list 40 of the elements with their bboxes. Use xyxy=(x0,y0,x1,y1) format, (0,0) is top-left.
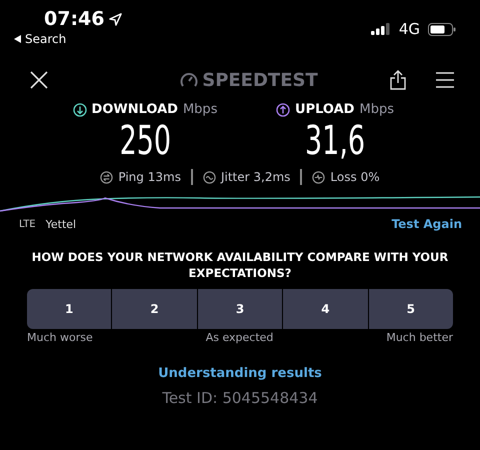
loss-icon xyxy=(312,170,326,184)
scale-label: Much worse xyxy=(27,331,93,344)
rating-option[interactable]: 4 xyxy=(283,289,368,329)
speed-value: 250 xyxy=(119,117,171,165)
stat-text: Ping 13ms xyxy=(118,170,181,184)
menu-icon[interactable] xyxy=(436,72,454,88)
rating-option[interactable]: 2 xyxy=(112,289,197,329)
connection-type: LTE xyxy=(19,218,36,230)
understanding-results-link[interactable]: Understanding results xyxy=(158,366,322,381)
download-icon xyxy=(72,102,87,116)
result-label: DOWNLOAD xyxy=(92,102,178,117)
rating-option[interactable]: 3 xyxy=(198,289,282,329)
network-type: 4G xyxy=(398,20,420,38)
location-arrow-icon xyxy=(109,12,122,26)
rating-option[interactable]: 5 xyxy=(368,289,453,329)
gauge-icon xyxy=(180,72,198,88)
logo: SPEEDTEST xyxy=(202,70,318,90)
scale-label: As expected xyxy=(206,331,274,344)
share-icon[interactable] xyxy=(390,70,406,90)
result-label: UPLOAD xyxy=(295,102,354,117)
survey-question: HOW DOES YOUR NETWORK AVAILABILITY COMPARE WITH YOUR EXPECTATIONS? xyxy=(30,249,450,281)
stat-text: Loss 0% xyxy=(330,170,380,184)
battery-icon xyxy=(428,22,456,36)
speed-value: 31,6 xyxy=(304,117,366,165)
signal-icon xyxy=(370,23,391,35)
provider-name: Yettel xyxy=(46,218,76,230)
back-link[interactable]: Search xyxy=(25,32,66,46)
test-id: Test ID: 5045548434 xyxy=(162,389,318,407)
jitter-icon xyxy=(202,170,216,184)
clock-time: 07:46 xyxy=(44,8,104,30)
stat-text: Jitter 3,2ms xyxy=(220,170,290,184)
upload-icon xyxy=(276,102,290,116)
scale-label: Much better xyxy=(386,331,453,344)
unit-label: Mbps xyxy=(182,102,218,117)
back-arrow-icon[interactable] xyxy=(14,35,21,43)
close-icon[interactable] xyxy=(30,71,48,89)
unit-label: Mbps xyxy=(359,102,394,117)
test-again-button[interactable]: Test Again xyxy=(392,217,462,231)
rating-option[interactable]: 1 xyxy=(27,289,112,329)
ping-icon xyxy=(100,170,114,184)
